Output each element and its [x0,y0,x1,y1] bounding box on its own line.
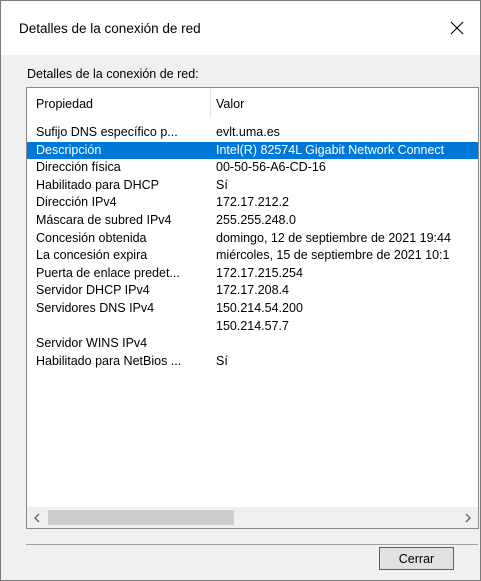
table-row[interactable]: Máscara de subred IPv4 255.255.248.0 [27,212,478,230]
scroll-left-button[interactable] [27,507,47,528]
list-header: Propiedad Valor [27,88,478,119]
column-separator[interactable] [210,88,211,118]
scroll-thumb[interactable] [48,510,234,525]
property-cell: Concesión obtenida [36,230,147,245]
property-cell: Habilitado para DHCP [36,177,159,192]
value-cell: 172.17.215.254 [216,265,303,280]
table-row[interactable]: La concesión expira miércoles, 15 de sept… [27,247,478,265]
value-cell: 172.17.208.4 [216,283,289,298]
table-row[interactable]: Habilitado para NetBios ... Sí [27,353,478,371]
chevron-right-icon [465,513,471,522]
dialog-window: Detalles de la conexión de red Detalles … [0,0,481,581]
list-rows: Sufijo DNS específico p... evlt.uma.es Des… [27,124,478,370]
property-cell: Puerta de enlace predet... [36,265,180,280]
close-button[interactable]: Cerrar [379,547,454,570]
table-row[interactable]: Dirección física 00-50-56-A6-CD-16 [27,159,478,177]
value-cell: Sí [216,177,228,192]
property-cell: Servidor WINS IPv4 [36,336,148,351]
table-row[interactable]: Servidor WINS IPv4 [27,335,478,353]
title-bar: Detalles de la conexión de red [1,1,480,55]
scroll-right-button[interactable] [458,507,478,528]
table-row[interactable]: Servidor DHCP IPv4 172.17.208.4 [27,282,478,300]
table-row[interactable]: Sufijo DNS específico p... evlt.uma.es [27,124,478,142]
value-cell: Intel(R) 82574L Gigabit Network Connect [216,142,445,157]
table-row[interactable]: Concesión obtenida domingo, 12 de septiem… [27,230,478,248]
value-cell: Sí [216,353,228,368]
table-row[interactable]: Dirección IPv4 172.17.212.2 [27,194,478,212]
close-icon [450,21,464,35]
property-cell: Máscara de subred IPv4 [36,212,172,227]
value-cell: 00-50-56-A6-CD-16 [216,160,326,175]
property-cell: Sufijo DNS específico p... [36,125,178,139]
details-list[interactable]: Propiedad Valor Sufijo DNS específico p.… [26,87,479,529]
property-cell: Servidor DHCP IPv4 [36,283,150,298]
value-cell: 255.255.248.0 [216,212,296,227]
table-row[interactable]: Habilitado para DHCP Sí [27,177,478,195]
table-row[interactable]: Puerta de enlace predet... 172.17.215.254 [27,265,478,283]
value-cell: 150.214.54.200 [216,300,303,315]
property-cell: Habilitado para NetBios ... [36,353,182,368]
property-cell: Dirección física [36,160,121,175]
table-row[interactable]: 150.214.57.7 [27,318,478,336]
chevron-left-icon [34,513,40,522]
group-label: Detalles de la conexión de red: [27,67,199,81]
value-cell: 172.17.212.2 [216,195,289,210]
column-header-property[interactable]: Propiedad [36,97,93,111]
value-cell: 150.214.57.7 [216,318,289,333]
horizontal-scrollbar[interactable] [27,507,478,528]
close-window-button[interactable] [434,1,480,55]
window-title: Detalles de la conexión de red [19,21,201,36]
property-cell: La concesión expira [36,248,148,263]
column-header-value[interactable]: Valor [216,97,244,111]
divider [26,544,478,545]
value-cell: domingo, 12 de septiembre de 2021 19:44 [216,230,451,245]
value-cell: evlt.uma.es [216,125,280,139]
value-cell: miércoles, 15 de septiembre de 2021 10:1 [216,248,450,263]
table-row[interactable]: Descripción Intel(R) 82574L Gigabit Netwo… [27,141,478,160]
property-cell: Dirección IPv4 [36,195,117,210]
property-cell: Servidores DNS IPv4 [36,300,155,315]
property-cell: Descripción [36,142,102,157]
table-row[interactable]: Servidores DNS IPv4 150.214.54.200 [27,300,478,318]
